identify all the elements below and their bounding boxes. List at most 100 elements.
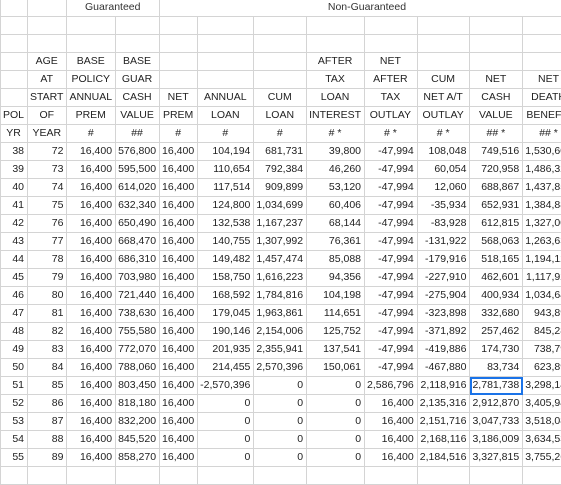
- column-header-cell[interactable]: BASE: [116, 53, 160, 71]
- column-header-cell[interactable]: NET: [365, 53, 418, 71]
- data-cell[interactable]: 16,400: [67, 215, 116, 233]
- data-cell[interactable]: 2,570,396: [254, 359, 307, 377]
- data-cell[interactable]: -371,892: [417, 323, 470, 341]
- column-header-cell[interactable]: AGE: [28, 53, 67, 71]
- data-cell[interactable]: 60,406: [307, 197, 365, 215]
- cell[interactable]: [1, 0, 28, 17]
- data-cell[interactable]: 2,168,116: [417, 431, 470, 449]
- column-header-cell[interactable]: ANNUAL: [198, 89, 254, 107]
- data-cell[interactable]: 668,470: [116, 233, 160, 251]
- data-cell[interactable]: 568,063: [470, 233, 523, 251]
- cell[interactable]: [470, 17, 523, 35]
- data-cell[interactable]: -419,886: [417, 341, 470, 359]
- data-cell[interactable]: 3,518,080: [523, 413, 561, 431]
- data-cell[interactable]: 688,867: [470, 179, 523, 197]
- column-header-cell[interactable]: PREM: [160, 107, 198, 125]
- data-cell[interactable]: 595,500: [116, 161, 160, 179]
- data-cell[interactable]: 16,400: [67, 341, 116, 359]
- data-cell[interactable]: -47,994: [365, 323, 418, 341]
- data-cell[interactable]: 74: [28, 179, 67, 197]
- data-cell[interactable]: 104,194: [198, 143, 254, 161]
- selected-cell[interactable]: 2,781,738: [470, 377, 523, 395]
- data-cell[interactable]: 16,400: [67, 287, 116, 305]
- column-header-cell[interactable]: NET: [160, 89, 198, 107]
- data-cell[interactable]: 3,298,142: [523, 377, 561, 395]
- cell[interactable]: [307, 17, 365, 35]
- data-cell[interactable]: 80: [28, 287, 67, 305]
- data-cell[interactable]: 1,437,850: [523, 179, 561, 197]
- data-cell[interactable]: -47,994: [365, 143, 418, 161]
- cell[interactable]: [116, 17, 160, 35]
- data-cell[interactable]: 16,400: [67, 251, 116, 269]
- data-cell[interactable]: 49: [1, 341, 28, 359]
- column-header-cell[interactable]: [417, 53, 470, 71]
- group-non-guaranteed-header[interactable]: Non-Guaranteed: [160, 0, 561, 17]
- data-cell[interactable]: 16,400: [160, 269, 198, 287]
- column-header-cell[interactable]: [470, 53, 523, 71]
- data-cell[interactable]: 462,601: [470, 269, 523, 287]
- data-cell[interactable]: 1,457,474: [254, 251, 307, 269]
- data-cell[interactable]: 86: [28, 395, 67, 413]
- data-cell[interactable]: 0: [307, 431, 365, 449]
- data-cell[interactable]: 16,400: [160, 251, 198, 269]
- column-header-cell[interactable]: BASE: [67, 53, 116, 71]
- data-cell[interactable]: -47,994: [365, 233, 418, 251]
- data-cell[interactable]: 3,634,535: [523, 431, 561, 449]
- column-header-cell[interactable]: #: [67, 125, 116, 143]
- group-guaranteed-header[interactable]: Guaranteed: [67, 0, 160, 17]
- data-cell[interactable]: 2,912,870: [470, 395, 523, 413]
- data-cell[interactable]: 0: [254, 395, 307, 413]
- data-cell[interactable]: 1,117,929: [523, 269, 561, 287]
- cell[interactable]: [198, 17, 254, 35]
- column-header-cell[interactable]: LOAN: [307, 89, 365, 107]
- column-header-cell[interactable]: TAX: [307, 71, 365, 89]
- column-header-cell[interactable]: [160, 71, 198, 89]
- data-cell[interactable]: 110,654: [198, 161, 254, 179]
- cell[interactable]: [28, 467, 67, 485]
- data-cell[interactable]: 38: [1, 143, 28, 161]
- data-cell[interactable]: 158,750: [198, 269, 254, 287]
- column-header-cell[interactable]: ##: [116, 125, 160, 143]
- cell[interactable]: [28, 0, 67, 17]
- data-cell[interactable]: 0: [198, 431, 254, 449]
- data-cell[interactable]: 772,070: [116, 341, 160, 359]
- cell[interactable]: [254, 467, 307, 485]
- data-cell[interactable]: 650,490: [116, 215, 160, 233]
- data-cell[interactable]: 3,047,733: [470, 413, 523, 431]
- data-cell[interactable]: 72: [28, 143, 67, 161]
- data-cell[interactable]: 16,400: [67, 143, 116, 161]
- cell[interactable]: [523, 35, 561, 53]
- data-cell[interactable]: -323,898: [417, 305, 470, 323]
- data-cell[interactable]: 16,400: [67, 305, 116, 323]
- data-cell[interactable]: 179,045: [198, 305, 254, 323]
- data-cell[interactable]: 738,630: [116, 305, 160, 323]
- data-cell[interactable]: 16,400: [67, 377, 116, 395]
- cell[interactable]: [523, 17, 561, 35]
- data-cell[interactable]: 190,146: [198, 323, 254, 341]
- column-header-cell[interactable]: AFTER: [365, 71, 418, 89]
- data-cell[interactable]: 0: [254, 431, 307, 449]
- data-cell[interactable]: 53: [1, 413, 28, 431]
- data-cell[interactable]: 943,896: [523, 305, 561, 323]
- data-cell[interactable]: 40: [1, 179, 28, 197]
- data-cell[interactable]: 16,400: [67, 197, 116, 215]
- data-cell[interactable]: 47: [1, 305, 28, 323]
- data-cell[interactable]: 51: [1, 377, 28, 395]
- data-cell[interactable]: 16,400: [160, 341, 198, 359]
- data-cell[interactable]: 16,400: [365, 431, 418, 449]
- data-cell[interactable]: 1,784,816: [254, 287, 307, 305]
- data-cell[interactable]: 16,400: [160, 431, 198, 449]
- column-header-cell[interactable]: [254, 53, 307, 71]
- data-cell[interactable]: 39: [1, 161, 28, 179]
- column-header-cell[interactable]: POL: [1, 107, 28, 125]
- data-cell[interactable]: 3,186,009: [470, 431, 523, 449]
- data-cell[interactable]: 108,048: [417, 143, 470, 161]
- cell[interactable]: [254, 17, 307, 35]
- column-header-cell[interactable]: OF: [28, 107, 67, 125]
- column-header-cell[interactable]: [198, 71, 254, 89]
- data-cell[interactable]: 721,440: [116, 287, 160, 305]
- column-header-cell[interactable]: NET: [470, 71, 523, 89]
- data-cell[interactable]: 42: [1, 215, 28, 233]
- data-cell[interactable]: 50: [1, 359, 28, 377]
- column-header-cell[interactable]: [198, 53, 254, 71]
